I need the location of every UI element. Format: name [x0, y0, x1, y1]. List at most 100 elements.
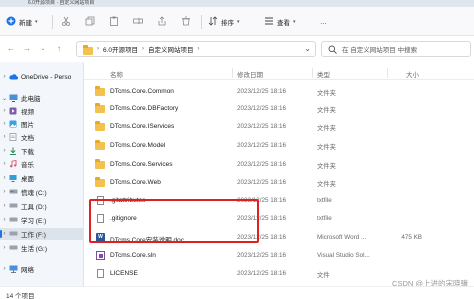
paste-icon	[109, 16, 119, 28]
expand-chevron-icon[interactable]: ›	[0, 231, 9, 237]
navigation-pane: › OneDrive - Perso ⌄ 此电脑 › 视频 › 图片 › 文档 …	[0, 62, 83, 286]
file-date: 2023/12/25 18:16	[237, 142, 287, 149]
address-bar[interactable]: › 6.0开源项目 › 自定义网站项目 › ⌄	[76, 41, 316, 57]
table-row[interactable]: DTcms.Core.Common 2023/12/25 18:16 文件夹	[84, 83, 474, 100]
expand-chevron-icon[interactable]: ›	[0, 245, 9, 251]
folder-icon	[83, 44, 93, 55]
column-header-type[interactable]: 类型	[317, 69, 330, 79]
sidebar-item-drive-d[interactable]: › 工具 (D:)	[0, 200, 83, 212]
picture-icon	[9, 120, 17, 128]
breadcrumb-item[interactable]: 6.0开源项目	[103, 44, 138, 54]
sidebar-item-label: 桌面	[21, 176, 34, 183]
expand-chevron-icon[interactable]: ›	[0, 108, 9, 114]
search-box[interactable]: 在 自定义网站项目 中搜索	[321, 41, 471, 57]
sidebar-item-desktop[interactable]: › 桌面	[0, 172, 83, 184]
new-button[interactable]: 新建 ▾	[6, 15, 38, 29]
sidebar-item-drive-f[interactable]: › 工作 (F:)	[0, 228, 83, 240]
sidebar-item-music[interactable]: › 音乐	[0, 158, 83, 170]
expand-chevron-icon[interactable]: ›	[0, 266, 9, 272]
sidebar-item-onedrive[interactable]: › OneDrive - Perso	[0, 71, 83, 83]
file-name: DTcms.Core.Model	[110, 142, 166, 149]
address-row: ← → ⌄ ↑ › 6.0开源项目 › 自定义网站项目 › ⌄ 在 自定义网站项…	[0, 36, 474, 62]
file-date: 2023/12/25 18:16	[237, 252, 287, 259]
sidebar-item-drive-e[interactable]: › 学习 (E:)	[0, 214, 83, 226]
sidebar-item-downloads[interactable]: › 下载	[0, 145, 83, 157]
file-date: 2023/12/25 18:16	[237, 123, 287, 130]
share-button[interactable]	[157, 15, 167, 29]
text-file-icon	[95, 196, 105, 205]
sort-label: 排序	[221, 20, 234, 27]
breadcrumb-item[interactable]: 自定义网站项目	[148, 44, 194, 54]
forward-arrow-icon[interactable]: →	[22, 44, 32, 54]
table-row[interactable]: .gitattributes 2023/12/25 18:16 txtfile	[84, 192, 474, 209]
table-row[interactable]: DTcms.Core.Model 2023/12/25 18:16 文件夹	[84, 137, 474, 154]
sidebar-item-label: 工具 (D:)	[21, 204, 47, 211]
refresh-icon[interactable]: ⌄	[304, 44, 311, 53]
column-header-size[interactable]: 大小	[406, 69, 419, 79]
sidebar-item-videos[interactable]: › 视频	[0, 105, 83, 117]
up-arrow-icon[interactable]: ↑	[54, 44, 64, 54]
copy-button[interactable]	[85, 15, 95, 29]
sidebar-item-pictures[interactable]: › 图片	[0, 118, 83, 130]
word-document-icon: W	[95, 233, 105, 242]
column-header-date[interactable]: 修改日期	[237, 69, 263, 79]
sidebar-item-this-pc[interactable]: ⌄ 此电脑	[0, 92, 83, 104]
expand-chevron-icon[interactable]: ›	[0, 203, 9, 209]
expand-chevron-icon[interactable]: ›	[0, 148, 9, 154]
expand-chevron-icon[interactable]: ›	[0, 74, 9, 80]
table-row[interactable]: DTcms.Core.Web 2023/12/25 18:16 文件夹	[84, 174, 474, 191]
sidebar-item-drive-g[interactable]: › 生活 (G:)	[0, 242, 83, 254]
expand-chevron-icon[interactable]: ›	[0, 175, 9, 181]
copy-icon	[85, 16, 95, 28]
sidebar-item-network[interactable]: › 网络	[0, 263, 83, 275]
table-row[interactable]: DTcms.Core.Services 2023/12/25 18:16 文件夹	[84, 156, 474, 173]
table-row[interactable]: DTcms.Core.sln 2023/12/25 18:16 Visual S…	[84, 247, 474, 264]
chevron-down-icon: ▾	[293, 19, 296, 25]
sidebar-item-drive-c[interactable]: › 慌魂 (C:)	[0, 186, 83, 198]
sidebar-item-label: 此电脑	[21, 96, 41, 103]
file-name: DTcms.Core.DBFactory	[110, 105, 179, 112]
file-type: txtfile	[317, 197, 332, 204]
item-count: 14 个项目	[6, 293, 35, 299]
table-row[interactable]: DTcms.Core.DBFactory 2023/12/25 18:16 文件…	[84, 100, 474, 117]
file-name: .gitattributes	[110, 197, 146, 204]
file-date: 2023/12/25 18:16	[237, 234, 287, 241]
expand-chevron-icon[interactable]: ›	[0, 134, 9, 140]
table-row[interactable]: DTcms.Core.IServices 2023/12/25 18:16 文件…	[84, 118, 474, 135]
file-name: DTcms.Core.sln	[110, 252, 156, 259]
recent-chevron-icon[interactable]: ⌄	[38, 44, 48, 54]
expand-chevron-icon[interactable]: ›	[0, 189, 9, 195]
view-icon	[264, 16, 274, 28]
cloud-icon	[9, 73, 19, 81]
paste-button[interactable]	[109, 15, 119, 29]
view-button[interactable]: 查看 ▾	[264, 15, 296, 29]
table-row[interactable]: W DTcms.Core安装说明.doc 2023/12/25 18:16 Mi…	[84, 229, 474, 246]
sidebar-item-documents[interactable]: › 文档	[0, 131, 83, 143]
column-divider[interactable]	[232, 68, 233, 78]
text-file-icon	[95, 214, 105, 223]
delete-button[interactable]	[181, 15, 191, 29]
sort-button[interactable]: 排序 ▾	[208, 15, 240, 29]
expand-chevron-icon[interactable]: ⌄	[0, 95, 9, 102]
breadcrumb-separator-icon: ›	[197, 46, 200, 52]
sidebar-item-label: 生活 (G:)	[21, 246, 47, 253]
expand-chevron-icon[interactable]: ›	[0, 217, 9, 223]
toolbar-divider	[201, 15, 202, 29]
file-size: 475 KB	[401, 234, 422, 241]
column-divider[interactable]	[312, 68, 313, 78]
back-arrow-icon[interactable]: ←	[6, 44, 16, 54]
expand-chevron-icon[interactable]: ›	[0, 161, 9, 167]
file-type: 文件夹	[317, 90, 336, 97]
column-header-name[interactable]: 名称	[110, 69, 123, 79]
file-name: DTcms.Core安装说明.doc	[110, 237, 185, 244]
file-date: 2023/12/25 18:16	[237, 179, 287, 186]
share-icon	[157, 16, 167, 28]
file-type: 文件夹	[317, 107, 336, 114]
column-divider[interactable]	[387, 68, 388, 78]
table-row[interactable]: .gitignore 2023/12/25 18:16 txtfile	[84, 210, 474, 227]
expand-chevron-icon[interactable]: ›	[0, 121, 9, 127]
cut-button[interactable]	[61, 15, 71, 29]
rename-button[interactable]	[133, 15, 143, 29]
file-type: 文件夹	[317, 144, 336, 151]
more-options-button[interactable]: …	[320, 15, 327, 29]
